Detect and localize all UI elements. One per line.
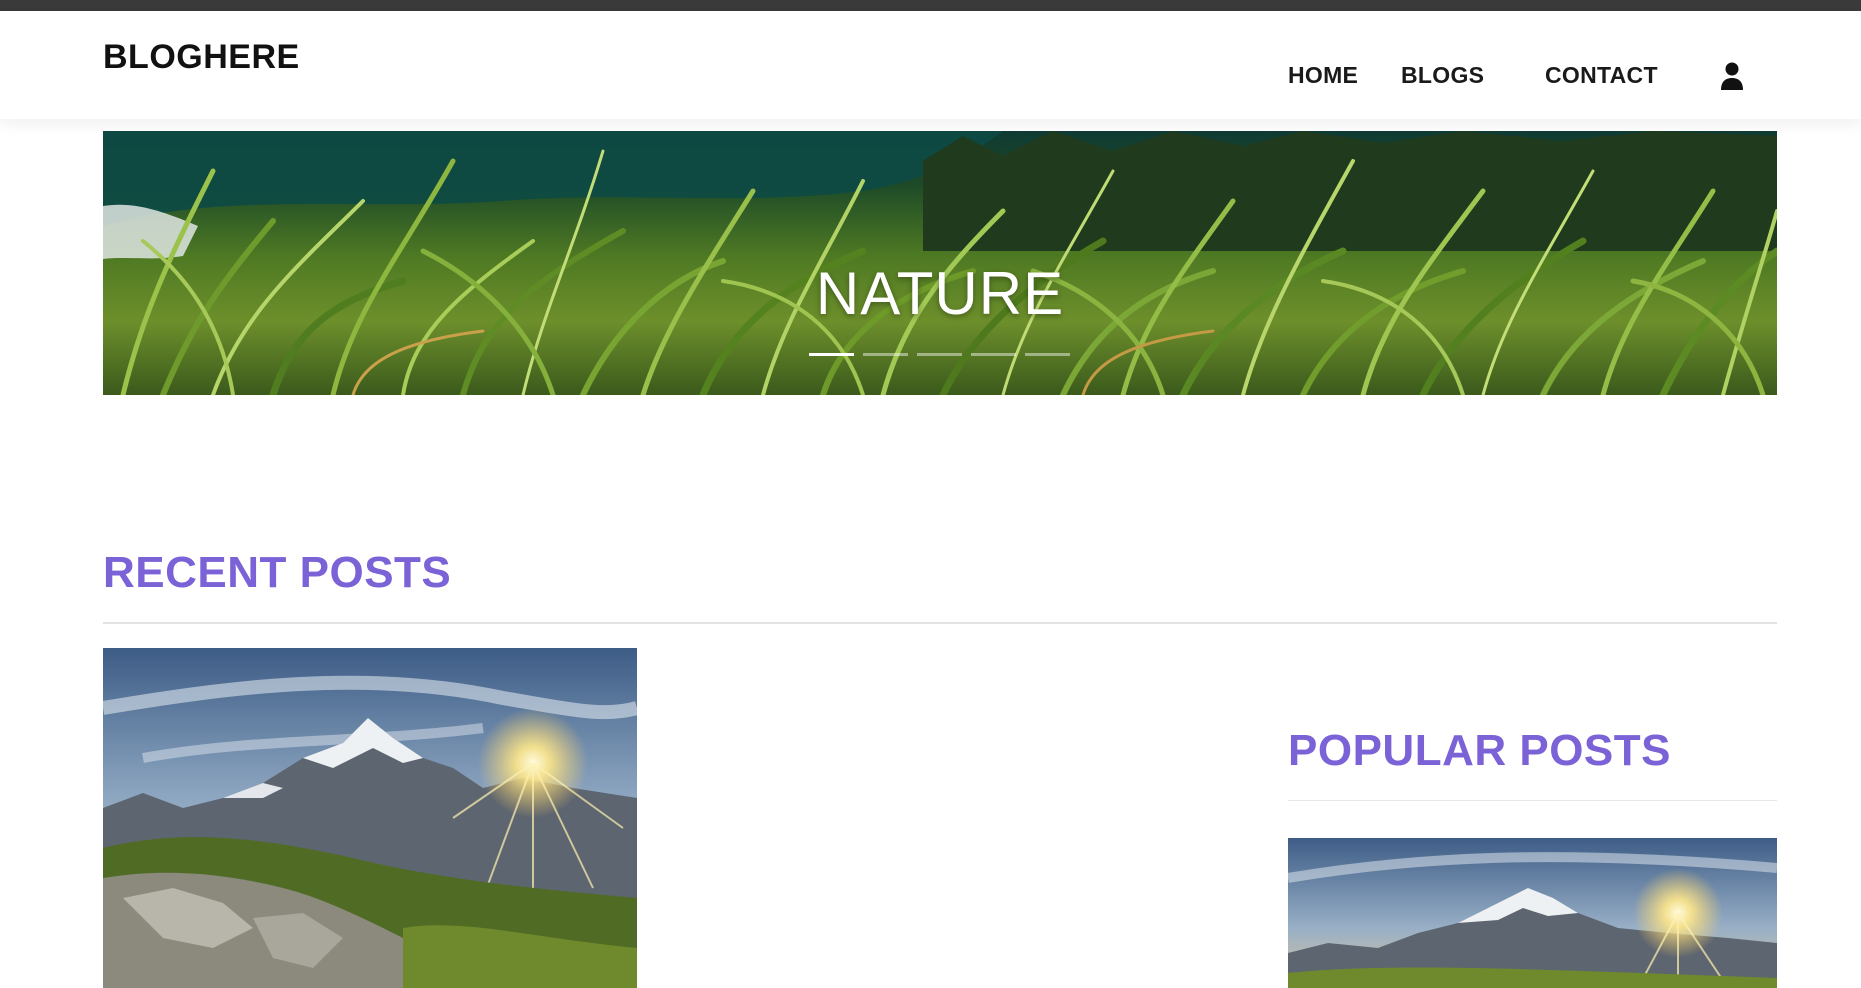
nav-link-home[interactable]: HOME (1288, 62, 1358, 89)
carousel-indicators (809, 353, 1070, 356)
recent-posts-divider (103, 622, 1777, 624)
carousel-indicator-1[interactable] (809, 353, 854, 356)
carousel-indicator-2[interactable] (863, 353, 908, 356)
user-icon[interactable] (1718, 61, 1746, 91)
user-icon-glyph (1721, 62, 1743, 90)
navbar: BLOGHERE HOME BLOGS CONTACT (0, 11, 1861, 119)
browser-top-strip (0, 0, 1861, 11)
popular-post-image[interactable] (1288, 838, 1777, 988)
recent-post-image[interactable] (103, 648, 637, 988)
carousel-indicator-3[interactable] (917, 353, 962, 356)
brand-logo[interactable]: BLOGHERE (103, 38, 300, 77)
nav-link-contact[interactable]: CONTACT (1545, 62, 1658, 89)
recent-posts-heading: RECENT POSTS (103, 548, 452, 597)
popular-posts-divider (1288, 800, 1777, 801)
mountain-sunset-thumbnail (1288, 838, 1777, 988)
mountain-sunset-image (103, 648, 637, 988)
popular-posts-heading: POPULAR POSTS (1288, 726, 1671, 775)
carousel-indicator-5[interactable] (1025, 353, 1070, 356)
nav-link-blogs[interactable]: BLOGS (1401, 62, 1484, 89)
carousel-indicator-4[interactable] (971, 353, 1016, 356)
hero-title: NATURE (815, 260, 1065, 327)
hero-carousel[interactable]: NATURE (103, 131, 1777, 395)
